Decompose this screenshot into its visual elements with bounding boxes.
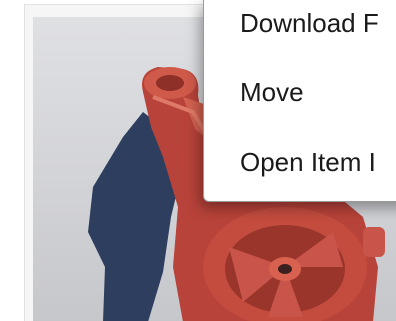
menu-item-move[interactable]: Move bbox=[204, 62, 396, 122]
context-menu: Download F Move Open Item I bbox=[203, 0, 396, 202]
part-hub-hole bbox=[278, 264, 292, 274]
part-side-bolt bbox=[363, 227, 385, 257]
menu-item-label: Download F bbox=[240, 7, 379, 38]
menu-item-label: Move bbox=[240, 76, 304, 107]
menu-item-open-item[interactable]: Open Item I bbox=[204, 132, 396, 192]
menu-item-label: Open Item I bbox=[240, 146, 376, 177]
part-boss-hole bbox=[156, 75, 184, 91]
menu-item-download[interactable]: Download F bbox=[204, 0, 396, 53]
file-browser-view: Download F Move Open Item I bbox=[0, 0, 396, 321]
